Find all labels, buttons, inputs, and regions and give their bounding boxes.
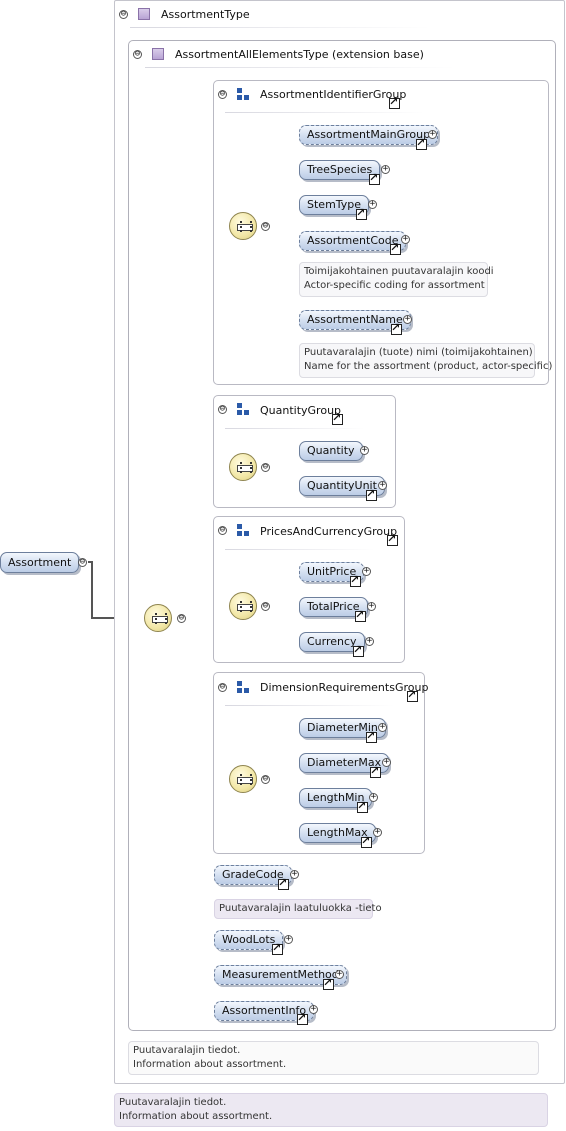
annotation-assortment-name: Puutavaralajin (tuote) nimi (toimijakoht… xyxy=(299,343,553,378)
expand-icon[interactable]: + xyxy=(367,602,376,611)
header-divider xyxy=(130,27,430,28)
group-title: PricesAndCurrencyGroup xyxy=(260,525,398,538)
reference-arrow-icon[interactable] xyxy=(416,136,427,150)
collapse-toggle-icon[interactable]: ⊖ xyxy=(218,90,227,99)
header-divider xyxy=(145,67,455,68)
expand-icon[interactable]: + xyxy=(378,481,387,490)
reference-arrow-icon[interactable] xyxy=(390,241,401,255)
sequence-compositor-icon[interactable] xyxy=(229,453,257,481)
expand-icon[interactable]: + xyxy=(360,446,369,455)
reference-arrow-icon[interactable] xyxy=(369,171,380,185)
reference-arrow-icon[interactable] xyxy=(353,643,364,657)
reference-arrow-icon[interactable] xyxy=(357,799,368,813)
annotation-complex-type: Puutavaralajin tiedot. Information about… xyxy=(128,1041,539,1075)
header-divider xyxy=(225,112,425,113)
annotation-root-element: Puutavaralajin tiedot. Information about… xyxy=(114,1093,548,1127)
sequence-compositor-icon[interactable] xyxy=(229,212,257,240)
expand-icon[interactable]: + xyxy=(369,793,378,802)
root-element[interactable]: Assortment xyxy=(0,552,80,573)
expand-icon[interactable]: + xyxy=(362,567,371,576)
annotation-line: Information about assortment. xyxy=(133,1059,287,1070)
reference-arrow-icon[interactable] xyxy=(387,532,398,546)
reference-arrow-icon[interactable] xyxy=(366,729,377,743)
collapse-toggle-icon[interactable]: ⊖ xyxy=(261,775,270,784)
collapse-toggle-icon[interactable]: ⊖ xyxy=(218,405,227,414)
annotation-grade-code: Puutavaralajin laatuluokka -tieto xyxy=(214,899,382,919)
reference-arrow-icon[interactable] xyxy=(407,688,418,702)
collapse-toggle-icon[interactable]: ⊖ xyxy=(218,526,227,535)
group-icon xyxy=(237,403,249,415)
annotation-line: Actor-specific coding for assortment xyxy=(304,280,485,291)
reference-arrow-icon[interactable] xyxy=(361,834,372,848)
reference-arrow-icon[interactable] xyxy=(370,764,381,778)
expand-icon[interactable]: + xyxy=(378,723,387,732)
reference-arrow-icon[interactable] xyxy=(389,95,400,109)
group-title: QuantityGroup xyxy=(260,404,342,417)
expand-icon[interactable]: + xyxy=(335,970,344,979)
annotation-line: Puutavaralajin (tuote) nimi (toimijakoht… xyxy=(304,347,533,358)
expand-icon[interactable]: + xyxy=(290,870,299,879)
base-type-title: AssortmentAllElementsType (extension bas… xyxy=(175,48,424,61)
reference-arrow-icon[interactable] xyxy=(297,1011,308,1025)
reference-arrow-icon[interactable] xyxy=(366,487,377,501)
element-quantity[interactable]: Quantity xyxy=(299,441,363,461)
expand-icon[interactable]: + xyxy=(365,637,374,646)
collapse-toggle-icon[interactable]: ⊖ xyxy=(218,683,227,692)
collapse-toggle-icon[interactable]: ⊖ xyxy=(261,463,270,472)
collapse-toggle-icon[interactable]: ⊖ xyxy=(261,222,270,231)
expand-icon[interactable]: + xyxy=(382,758,391,767)
complex-type-icon xyxy=(152,48,164,60)
annotation-line: Puutavaralajin tiedot. xyxy=(119,1097,227,1108)
collapse-toggle-icon[interactable]: ⊖ xyxy=(177,614,186,623)
collapse-toggle-icon[interactable]: ⊖ xyxy=(133,50,142,59)
group-title: DimensionRequirementsGroup xyxy=(260,681,429,694)
annotation-line: Name for the assortment (product, actor-… xyxy=(304,361,553,372)
reference-arrow-icon[interactable] xyxy=(350,573,361,587)
sequence-compositor-icon[interactable] xyxy=(229,765,257,793)
sequence-compositor-icon[interactable] xyxy=(229,592,257,620)
expand-icon[interactable]: + xyxy=(284,935,293,944)
header-divider xyxy=(225,428,365,429)
collapse-toggle-icon[interactable]: ⊖ xyxy=(78,558,87,567)
reference-arrow-icon[interactable] xyxy=(332,411,343,425)
reference-arrow-icon[interactable] xyxy=(356,206,367,220)
collapse-toggle-icon[interactable]: ⊖ xyxy=(119,10,128,19)
expand-icon[interactable]: + xyxy=(373,828,382,837)
group-icon xyxy=(237,88,249,100)
reference-arrow-icon[interactable] xyxy=(272,941,283,955)
reference-arrow-icon[interactable] xyxy=(355,608,366,622)
collapse-toggle-icon[interactable]: ⊖ xyxy=(261,602,270,611)
annotation-line: Information about assortment. xyxy=(119,1111,273,1122)
annotation-assortment-code: Toimijakohtainen puutavaralajin koodi Ac… xyxy=(299,262,494,297)
complex-type-icon xyxy=(138,8,150,20)
expand-icon[interactable]: + xyxy=(309,1005,318,1014)
sequence-compositor-icon[interactable] xyxy=(144,604,172,632)
group-icon xyxy=(237,524,249,536)
group-icon xyxy=(237,681,249,693)
group-title: AssortmentIdentifierGroup xyxy=(260,88,407,101)
expand-icon[interactable]: + xyxy=(401,235,410,244)
expand-icon[interactable]: + xyxy=(368,200,377,209)
annotation-line: Puutavaralajin tiedot. xyxy=(133,1045,241,1056)
reference-arrow-icon[interactable] xyxy=(278,876,289,890)
expand-icon[interactable]: + xyxy=(381,165,390,174)
expand-icon[interactable]: + xyxy=(428,130,437,139)
reference-arrow-icon[interactable] xyxy=(323,976,334,990)
annotation-line: Toimijakohtainen puutavaralajin koodi xyxy=(304,266,494,277)
expand-icon[interactable]: + xyxy=(403,315,412,324)
header-divider xyxy=(225,549,375,550)
complex-type-title: AssortmentType xyxy=(161,8,250,21)
reference-arrow-icon[interactable] xyxy=(391,321,402,335)
header-divider xyxy=(225,705,395,706)
